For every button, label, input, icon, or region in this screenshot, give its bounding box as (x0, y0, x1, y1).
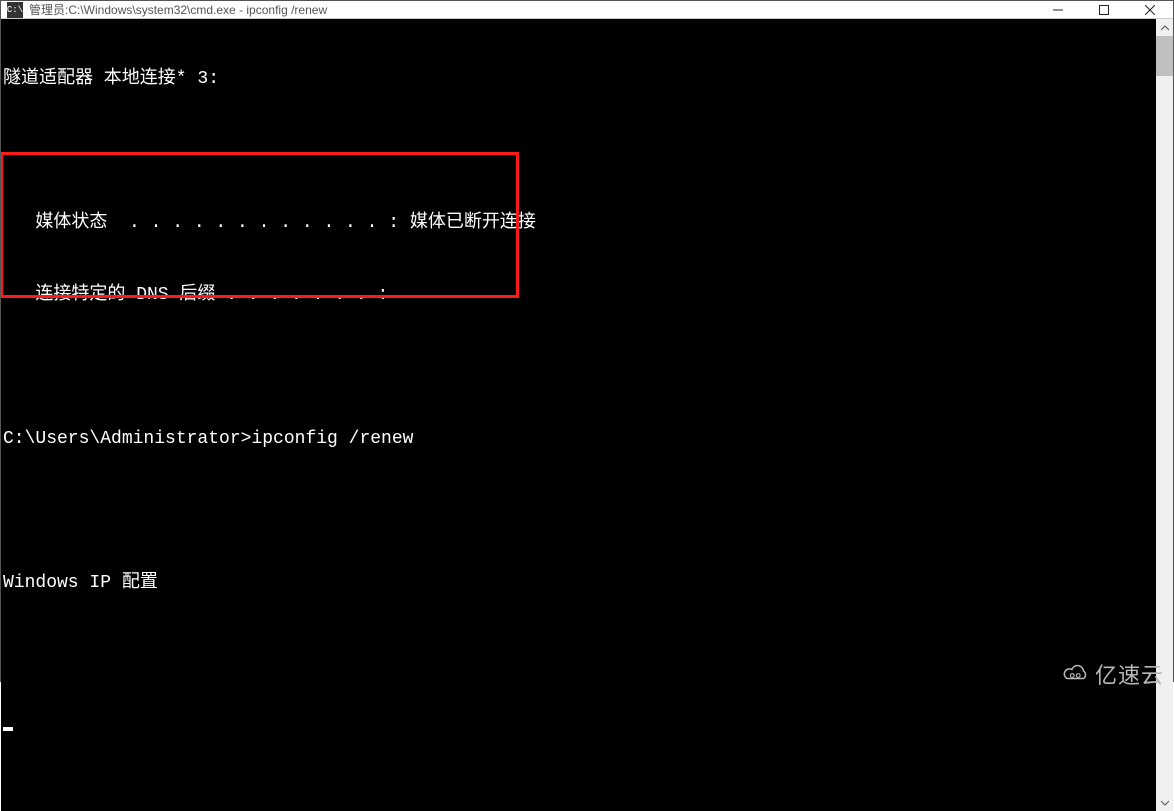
title-prefix: 管理员: (29, 1, 68, 18)
cloud-icon (1061, 663, 1091, 685)
scroll-up-button[interactable] (1156, 19, 1173, 36)
close-button[interactable] (1127, 1, 1173, 18)
output-line (3, 499, 1156, 523)
window-controls (1035, 1, 1173, 18)
watermark: 亿速云 (1061, 658, 1164, 690)
output-line: 连接特定的 DNS 后缀 . . . . . . . : (3, 283, 1156, 307)
terminal-output[interactable]: 隧道适配器 本地连接* 3: 媒体状态 . . . . . . . . . . … (1, 19, 1156, 811)
cursor (3, 727, 13, 731)
output-line: 隧道适配器 本地连接* 3: (3, 67, 1156, 91)
close-icon (1145, 5, 1155, 15)
chevron-up-icon (1161, 24, 1169, 32)
output-line (3, 355, 1156, 379)
scroll-thumb[interactable] (1156, 36, 1173, 76)
prompt-line: C:\Users\Administrator>ipconfig /renew (3, 427, 1156, 451)
minimize-icon (1053, 5, 1063, 15)
maximize-icon (1099, 5, 1109, 15)
vertical-scrollbar[interactable] (1156, 19, 1173, 811)
title-path: C:\Windows\system32\cmd.exe - ipconfig /… (68, 3, 327, 17)
output-line: 媒体状态 . . . . . . . . . . . . : 媒体已断开连接 (3, 211, 1156, 235)
cursor-line (3, 715, 1156, 739)
chevron-down-icon (1161, 799, 1169, 807)
titlebar[interactable]: C:\ 管理员: C:\Windows\system32\cmd.exe - i… (1, 1, 1173, 19)
output-line (3, 139, 1156, 163)
cmd-window: C:\ 管理员: C:\Windows\system32\cmd.exe - i… (0, 0, 1174, 682)
minimize-button[interactable] (1035, 1, 1081, 18)
maximize-button[interactable] (1081, 1, 1127, 18)
scroll-down-button[interactable] (1156, 794, 1173, 811)
cmd-icon: C:\ (7, 2, 23, 18)
output-line (3, 643, 1156, 667)
client-area: 隧道适配器 本地连接* 3: 媒体状态 . . . . . . . . . . … (1, 19, 1173, 811)
watermark-text: 亿速云 (1095, 658, 1164, 690)
output-line: Windows IP 配置 (3, 571, 1156, 595)
